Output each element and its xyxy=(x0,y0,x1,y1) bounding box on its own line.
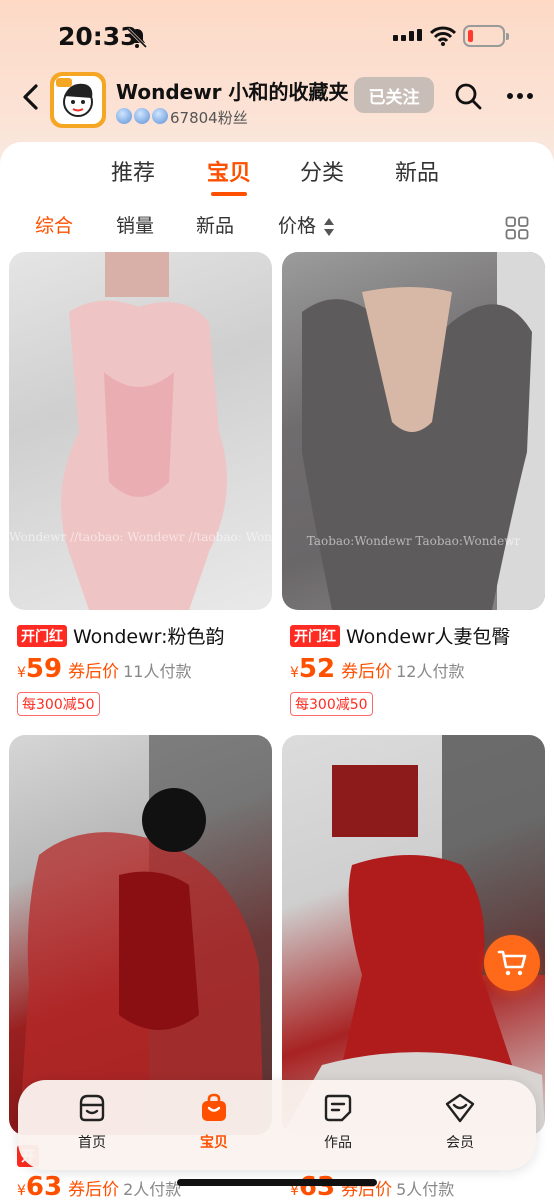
shop-home-icon xyxy=(79,1094,105,1122)
promo-tag: 开门红 xyxy=(17,624,67,647)
sort-arrows-icon xyxy=(324,218,334,236)
price-value: 63 xyxy=(298,1172,336,1200)
more-icon[interactable] xyxy=(506,90,534,102)
bag-icon xyxy=(202,1093,226,1121)
fans-count: 67804粉丝 xyxy=(170,109,248,127)
sold-count: 2人付款 xyxy=(123,1180,182,1199)
coupon-badge: 每300减50 xyxy=(290,692,373,716)
works-icon xyxy=(324,1094,352,1122)
censor-block xyxy=(332,765,418,837)
diamond-icon xyxy=(152,108,168,124)
price-label: 券后价 xyxy=(68,662,120,682)
tab-active-indicator xyxy=(211,192,247,196)
nav-label: 宝贝 xyxy=(200,1135,228,1151)
product-image[interactable] xyxy=(9,735,272,1135)
censor-block xyxy=(105,252,169,297)
price-row: ¥52 券后价 12人付款 xyxy=(290,654,464,688)
promo-tag: 开门红 xyxy=(290,624,340,647)
battery-level xyxy=(468,30,473,42)
censor-block xyxy=(142,788,206,852)
diamond-icon xyxy=(134,108,150,124)
member-icon xyxy=(445,1093,475,1123)
price-value: 59 xyxy=(25,654,63,684)
follow-button[interactable]: 已关注 xyxy=(354,77,434,113)
battery-icon xyxy=(463,25,509,47)
back-button[interactable] xyxy=(18,82,44,112)
shop-avatar[interactable] xyxy=(50,72,106,128)
product-title: 开门红 Wondewr人妻包臀 xyxy=(290,622,548,649)
nav-label: 作品 xyxy=(324,1135,352,1151)
price-symbol: ¥ xyxy=(17,665,26,681)
bell-off-icon xyxy=(126,27,148,49)
tab-recommend[interactable]: 推荐 xyxy=(111,155,155,187)
wifi-icon xyxy=(430,26,456,46)
grid-view-icon[interactable] xyxy=(505,216,529,240)
sort-overall[interactable]: 综合 xyxy=(35,211,73,238)
price-row: ¥63 券后价 2人付款 xyxy=(17,1172,181,1200)
product-title-text: Wondewr人妻包臀 xyxy=(346,626,511,648)
signal-icon xyxy=(393,29,422,41)
sold-count: 5人付款 xyxy=(396,1180,455,1199)
price-label: 券后价 xyxy=(68,1180,120,1200)
shop-tabs: 推荐 宝贝 分类 新品 xyxy=(0,155,554,200)
product-card[interactable]: Taobao:Wondewr Taobao:Wondewr 开门红 Wondew… xyxy=(282,252,545,722)
sort-bar: 综合 销量 新品 价格 xyxy=(0,205,554,245)
cart-button[interactable] xyxy=(484,935,540,991)
cart-icon xyxy=(497,950,527,976)
tab-products[interactable]: 宝贝 xyxy=(207,155,251,187)
product-photo xyxy=(61,252,227,610)
nav-label: 会员 xyxy=(446,1135,474,1151)
product-image[interactable]: Wondewr //taobao: Wondewr //taobao: Won xyxy=(9,252,272,610)
diamond-icon xyxy=(116,108,132,124)
price-value: 52 xyxy=(298,654,336,684)
sort-sales[interactable]: 销量 xyxy=(116,211,154,238)
watermark: Wondewr //taobao: Wondewr //taobao: Won xyxy=(9,530,272,544)
sort-price[interactable]: 价格 xyxy=(278,211,316,238)
price-label: 券后价 xyxy=(341,662,393,682)
price-value: 63 xyxy=(25,1172,63,1200)
search-icon[interactable] xyxy=(454,82,482,110)
coupon-badge: 每300减50 xyxy=(17,692,100,716)
sold-count: 11人付款 xyxy=(123,662,192,681)
shop-name: Wondewr 小和的收藏夹 xyxy=(116,80,349,104)
nav-label: 首页 xyxy=(78,1135,106,1151)
shop-level-badges xyxy=(116,108,168,126)
sort-new[interactable]: 新品 xyxy=(196,211,234,238)
nav-products[interactable]: 宝贝 xyxy=(174,1092,254,1158)
status-bar: 20:33 xyxy=(0,0,554,70)
price-symbol: ¥ xyxy=(290,665,299,681)
watermark: Taobao:Wondewr Taobao:Wondewr xyxy=(306,534,521,548)
price-row: ¥63 券后价 5人付款 xyxy=(290,1172,454,1200)
nav-works[interactable]: 作品 xyxy=(298,1092,378,1158)
bottom-nav: 首页 宝贝 作品 会员 xyxy=(18,1080,536,1170)
product-card[interactable]: Wondewr //taobao: Wondewr //taobao: Won … xyxy=(9,252,272,722)
home-indicator[interactable] xyxy=(177,1179,377,1186)
nav-home[interactable]: 首页 xyxy=(52,1092,132,1158)
product-photo xyxy=(19,735,272,1135)
product-image[interactable]: Taobao:Wondewr Taobao:Wondewr xyxy=(282,252,545,610)
sold-count: 12人付款 xyxy=(396,662,465,681)
tab-new[interactable]: 新品 xyxy=(395,155,439,187)
tab-categories[interactable]: 分类 xyxy=(300,155,344,187)
product-title-text: Wondewr:粉色韵 xyxy=(73,626,225,648)
product-card[interactable] xyxy=(9,735,272,1135)
nav-member[interactable]: 会员 xyxy=(420,1092,500,1158)
product-title: 开门红 Wondewr:粉色韵 xyxy=(17,622,275,649)
cartoon-face-icon xyxy=(56,78,93,117)
price-row: ¥59 券后价 11人付款 xyxy=(17,654,191,688)
price-symbol: ¥ xyxy=(17,1183,26,1199)
product-photo xyxy=(302,252,545,610)
shop-logo xyxy=(54,76,102,124)
